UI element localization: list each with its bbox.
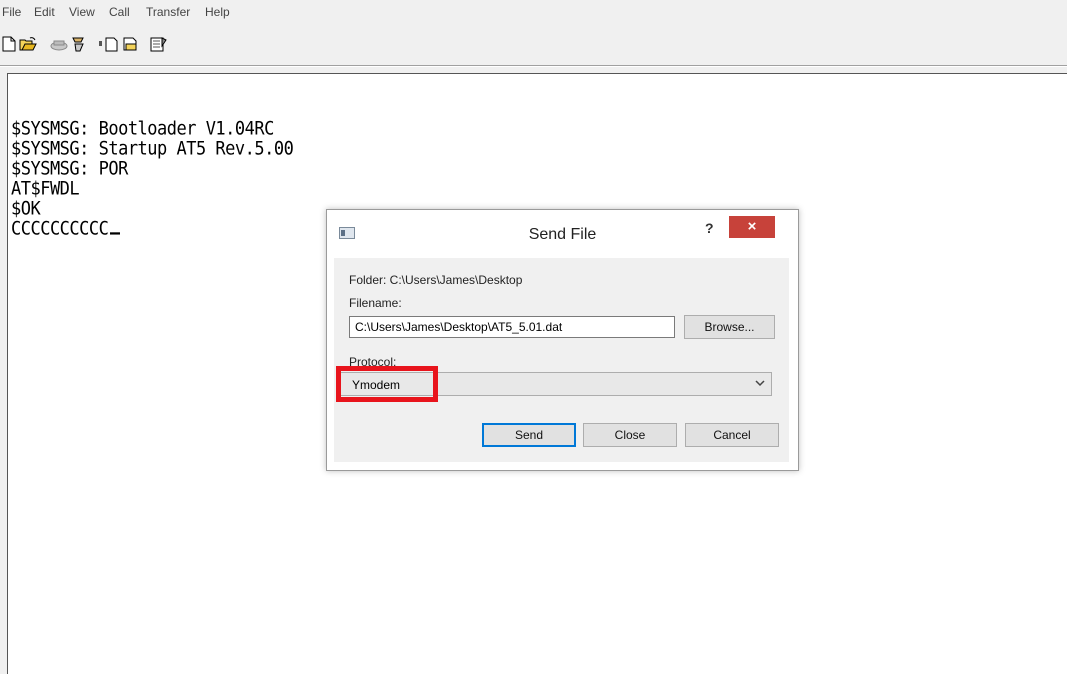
menu-view[interactable]: View [69,5,95,19]
terminal-line: $SYSMSG: Bootloader V1.04RC [11,117,274,141]
disconnect-icon[interactable] [50,36,68,52]
terminal-line: $SYSMSG: Startup AT5 Rev.5.00 [11,137,294,161]
filename-label: Filename: [349,296,402,310]
filename-input[interactable]: C:\Users\James\Desktop\AT5_5.01.dat [349,316,675,338]
text-cursor [110,232,121,235]
new-icon[interactable] [2,36,20,52]
folder-label: Folder: C:\Users\James\Desktop [349,273,523,287]
close-button[interactable]: Close [583,423,677,447]
receive-icon[interactable] [122,36,140,52]
cancel-button[interactable]: Cancel [685,423,779,447]
chevron-down-icon[interactable] [755,377,765,392]
send-button[interactable]: Send [482,423,576,447]
send-file-dialog: Send File ? × Folder: C:\Users\James\Des… [326,209,799,471]
dialog-close-icon[interactable]: × [729,216,775,238]
dialog-title: Send File [528,226,597,243]
toolbar-divider-highlight [0,66,1067,67]
menu-call[interactable]: Call [109,5,130,19]
dialog-title-bar[interactable]: Send File ? × [327,210,798,258]
send-icon[interactable] [98,36,118,52]
menu-file[interactable]: File [2,5,21,19]
properties-icon[interactable] [150,36,168,52]
help-button[interactable]: ? [705,220,714,236]
terminal-line: $SYSMSG: POR [11,157,128,181]
terminal-line: CCCCCCCCCC [11,217,109,241]
dialog-body: Folder: C:\Users\James\Desktop Filename:… [334,258,789,462]
terminal-line: AT$FWDL [11,177,80,201]
menu-edit[interactable]: Edit [34,5,55,19]
annotation-highlight-box [336,366,438,402]
terminal-line: $OK [11,197,41,221]
toolbar [0,22,1067,64]
menu-help[interactable]: Help [205,5,230,19]
menu-transfer[interactable]: Transfer [146,5,190,19]
browse-button[interactable]: Browse... [684,315,775,339]
connect-icon[interactable] [70,36,88,52]
terminal-last-line: CCCCCCCCCC [11,217,121,241]
menu-bar: File Edit View Call Transfer Help [0,0,1067,22]
open-icon[interactable] [19,36,37,52]
